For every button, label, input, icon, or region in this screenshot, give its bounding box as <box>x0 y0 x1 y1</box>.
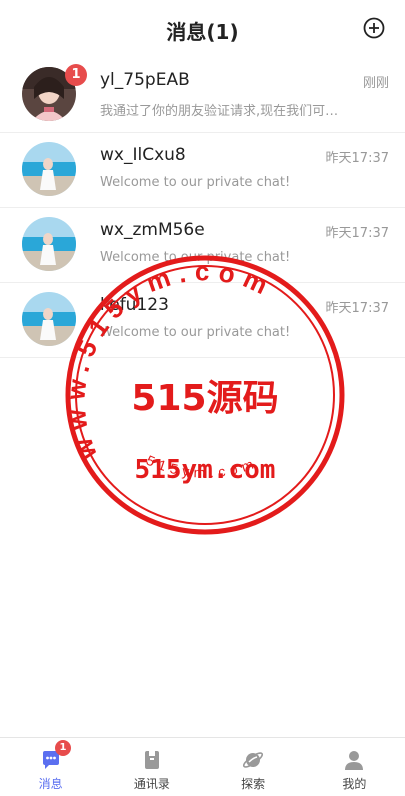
chat-preview: Welcome to our private chat! <box>100 175 291 190</box>
chat-name: kefu123 <box>100 295 169 315</box>
tab-me[interactable]: 我的 <box>304 738 405 796</box>
tab-label: 消息 <box>38 777 63 791</box>
tab-explore[interactable]: 探索 <box>203 738 304 796</box>
chat-list-item[interactable]: kefu123 昨天17:37 Welcome to our private c… <box>0 283 405 358</box>
avatar <box>22 217 76 271</box>
watermark-bottom-text: 515ym.com <box>144 452 260 481</box>
page-title: 消息(1) <box>166 20 239 44</box>
chat-list-item[interactable]: 1 yl_75pEAB 刚刚 我通过了你的朋友验证请求,现在我们可以... <box>0 58 405 133</box>
avatar <box>22 142 76 196</box>
chat-list: 1 yl_75pEAB 刚刚 我通过了你的朋友验证请求,现在我们可以... wx… <box>0 58 405 358</box>
chat-list-item[interactable]: wx_zmM56e 昨天17:37 Welcome to our private… <box>0 208 405 283</box>
chat-preview: Welcome to our private chat! <box>100 325 291 340</box>
tab-bar: 1 消息 通讯录 探索 我的 <box>0 737 405 796</box>
add-circle-icon[interactable] <box>363 17 385 39</box>
tab-badge: 1 <box>55 740 71 756</box>
chat-name: wx_IlCxu8 <box>100 145 186 165</box>
chat-list-item[interactable]: wx_IlCxu8 昨天17:37 Welcome to our private… <box>0 133 405 208</box>
chat-preview: Welcome to our private chat! <box>100 250 291 265</box>
tab-messages[interactable]: 1 消息 <box>0 738 101 796</box>
tab-label: 通讯录 <box>133 777 170 791</box>
chat-time: 昨天17:37 <box>325 151 389 166</box>
contacts-book-icon <box>144 751 159 769</box>
chat-preview: 我通过了你的朋友验证请求,现在我们可以... <box>100 104 350 119</box>
chat-name: yl_75pEAB <box>100 70 190 90</box>
tab-label: 我的 <box>342 777 367 791</box>
unread-badge: 1 <box>65 64 87 86</box>
chat-time: 昨天17:37 <box>325 301 389 316</box>
planet-icon <box>243 752 264 768</box>
tab-label: 探索 <box>241 777 266 791</box>
header: 消息(1) <box>0 0 405 58</box>
watermark-site-text: 515ym.com <box>135 455 276 485</box>
chat-name: wx_zmM56e <box>100 220 205 240</box>
avatar <box>22 292 76 346</box>
chat-time: 昨天17:37 <box>325 226 389 241</box>
chat-time: 刚刚 <box>362 76 389 91</box>
tab-contacts[interactable]: 通讯录 <box>101 738 202 796</box>
user-icon <box>345 751 364 770</box>
watermark-main-text: 515源码 <box>131 378 278 419</box>
